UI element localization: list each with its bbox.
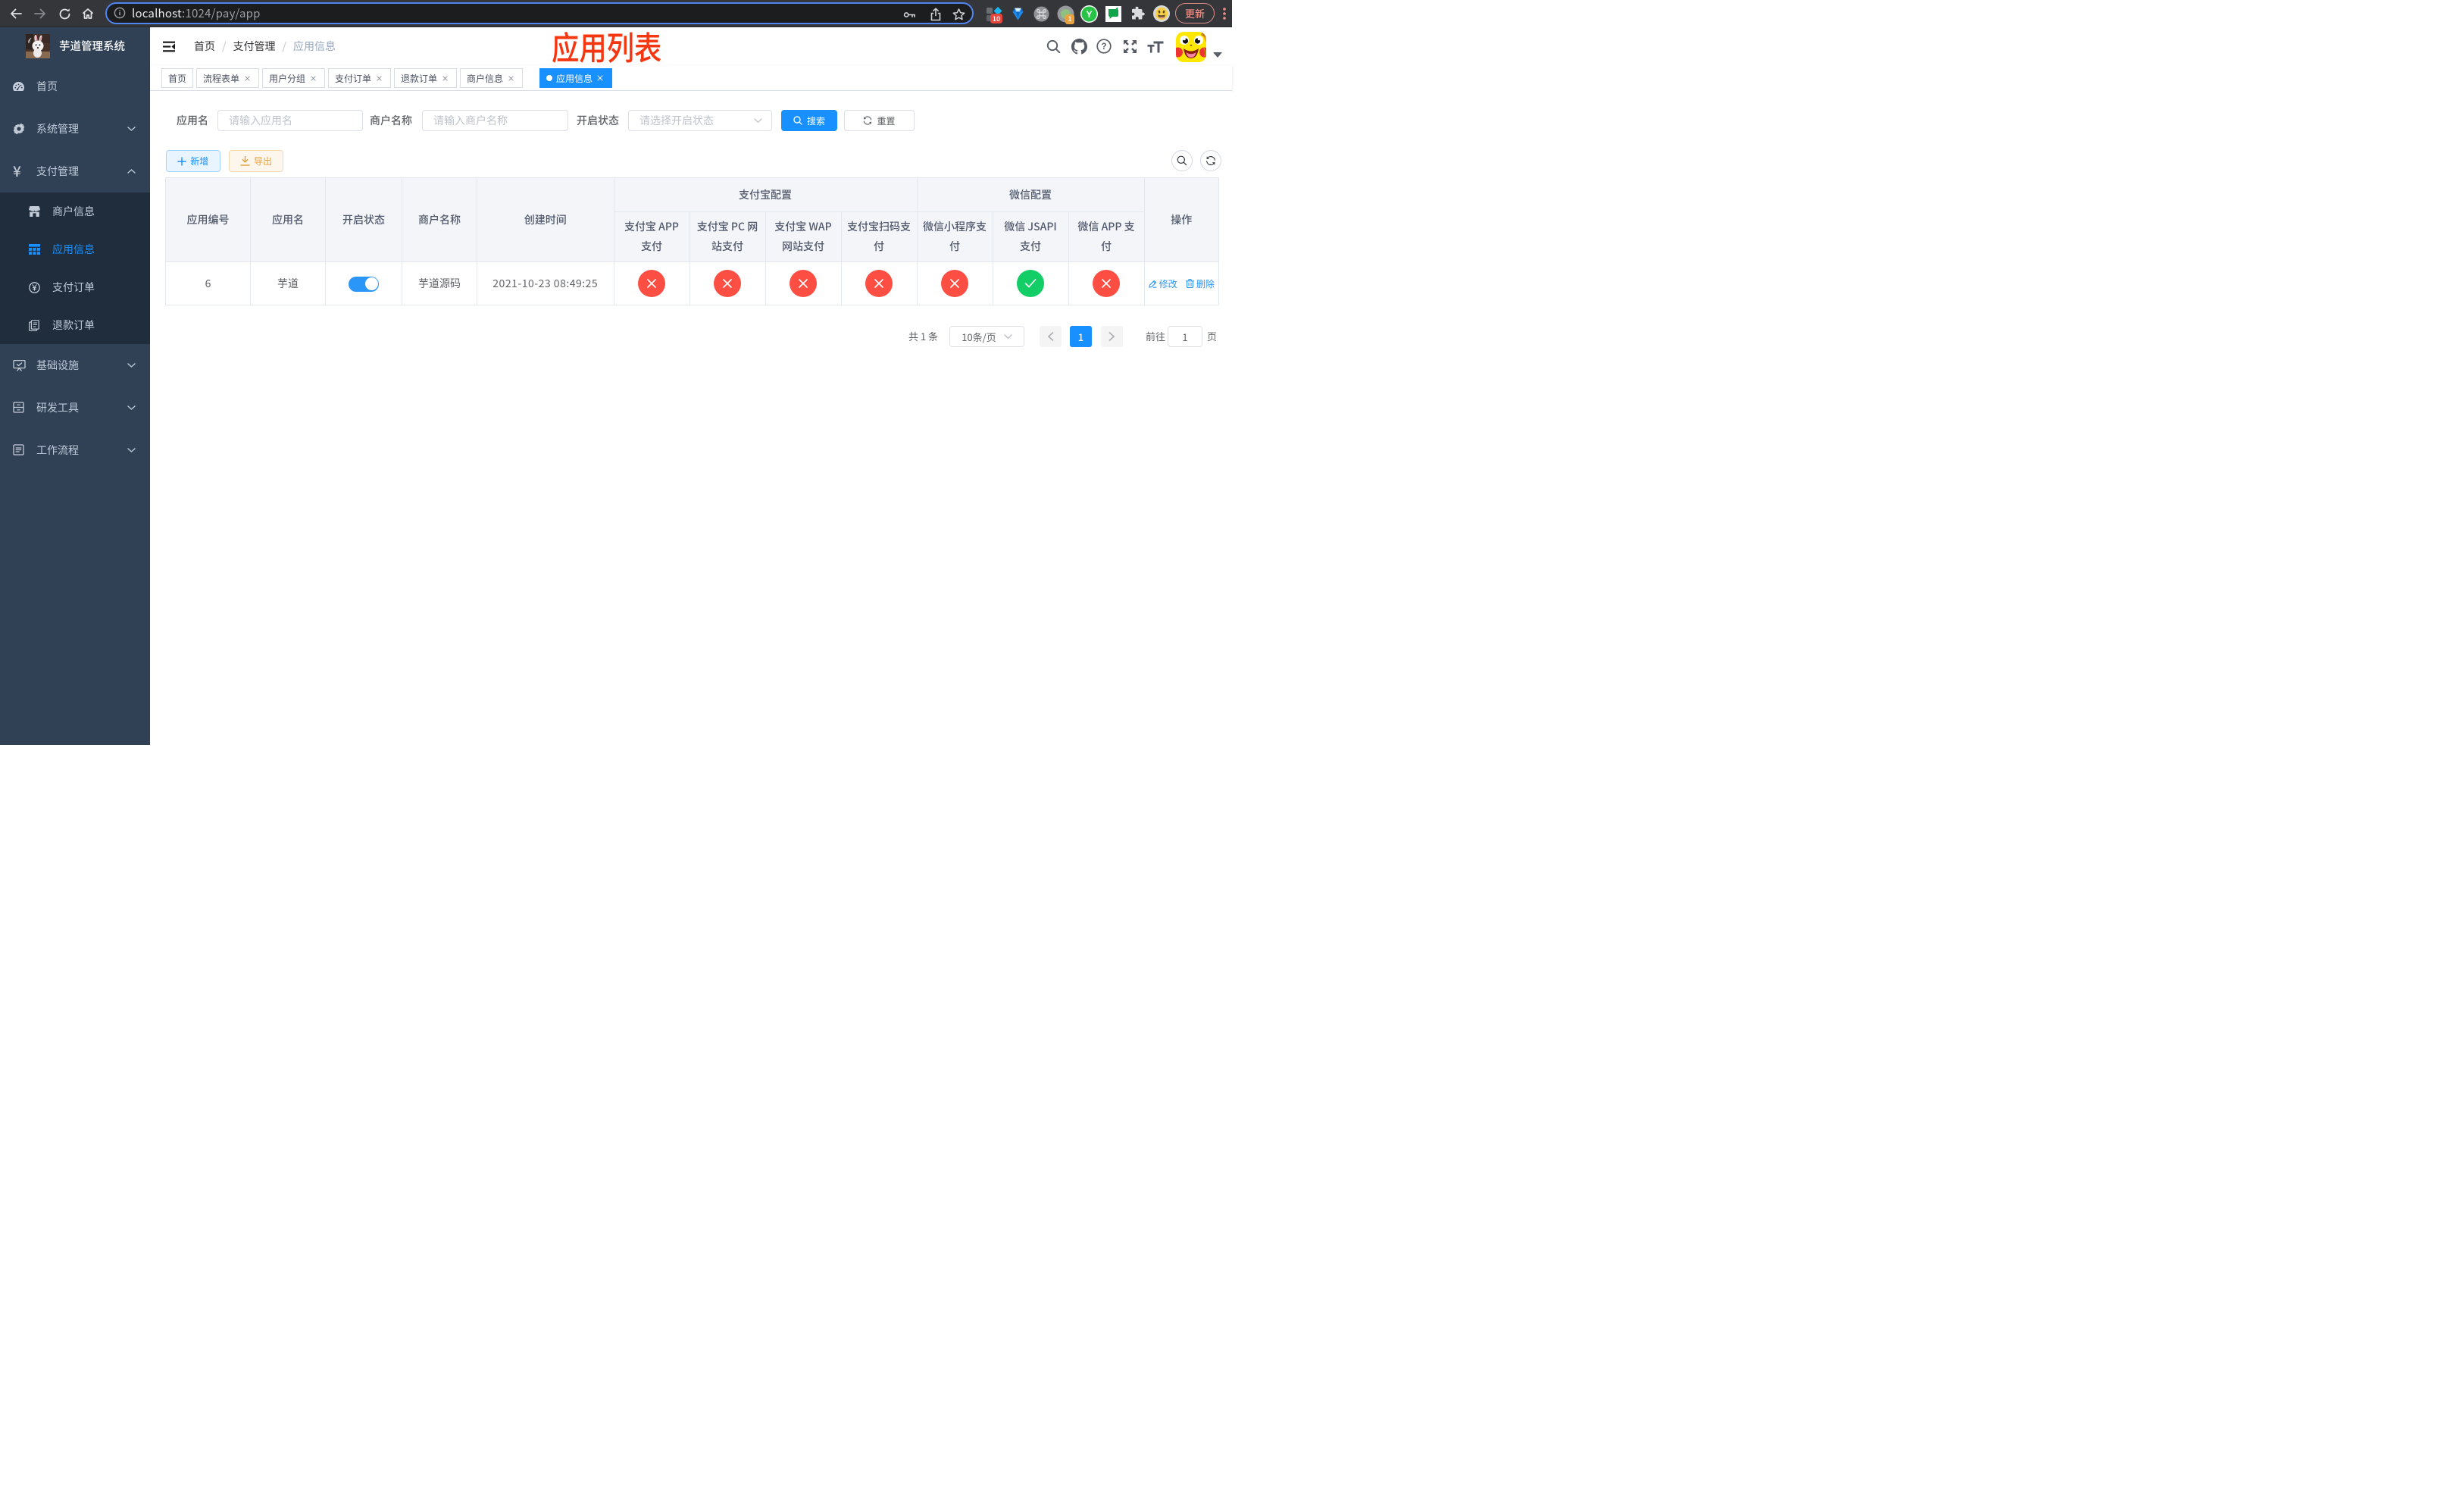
svg-text:Y: Y — [1086, 9, 1092, 20]
svg-text:?: ? — [1101, 42, 1106, 52]
